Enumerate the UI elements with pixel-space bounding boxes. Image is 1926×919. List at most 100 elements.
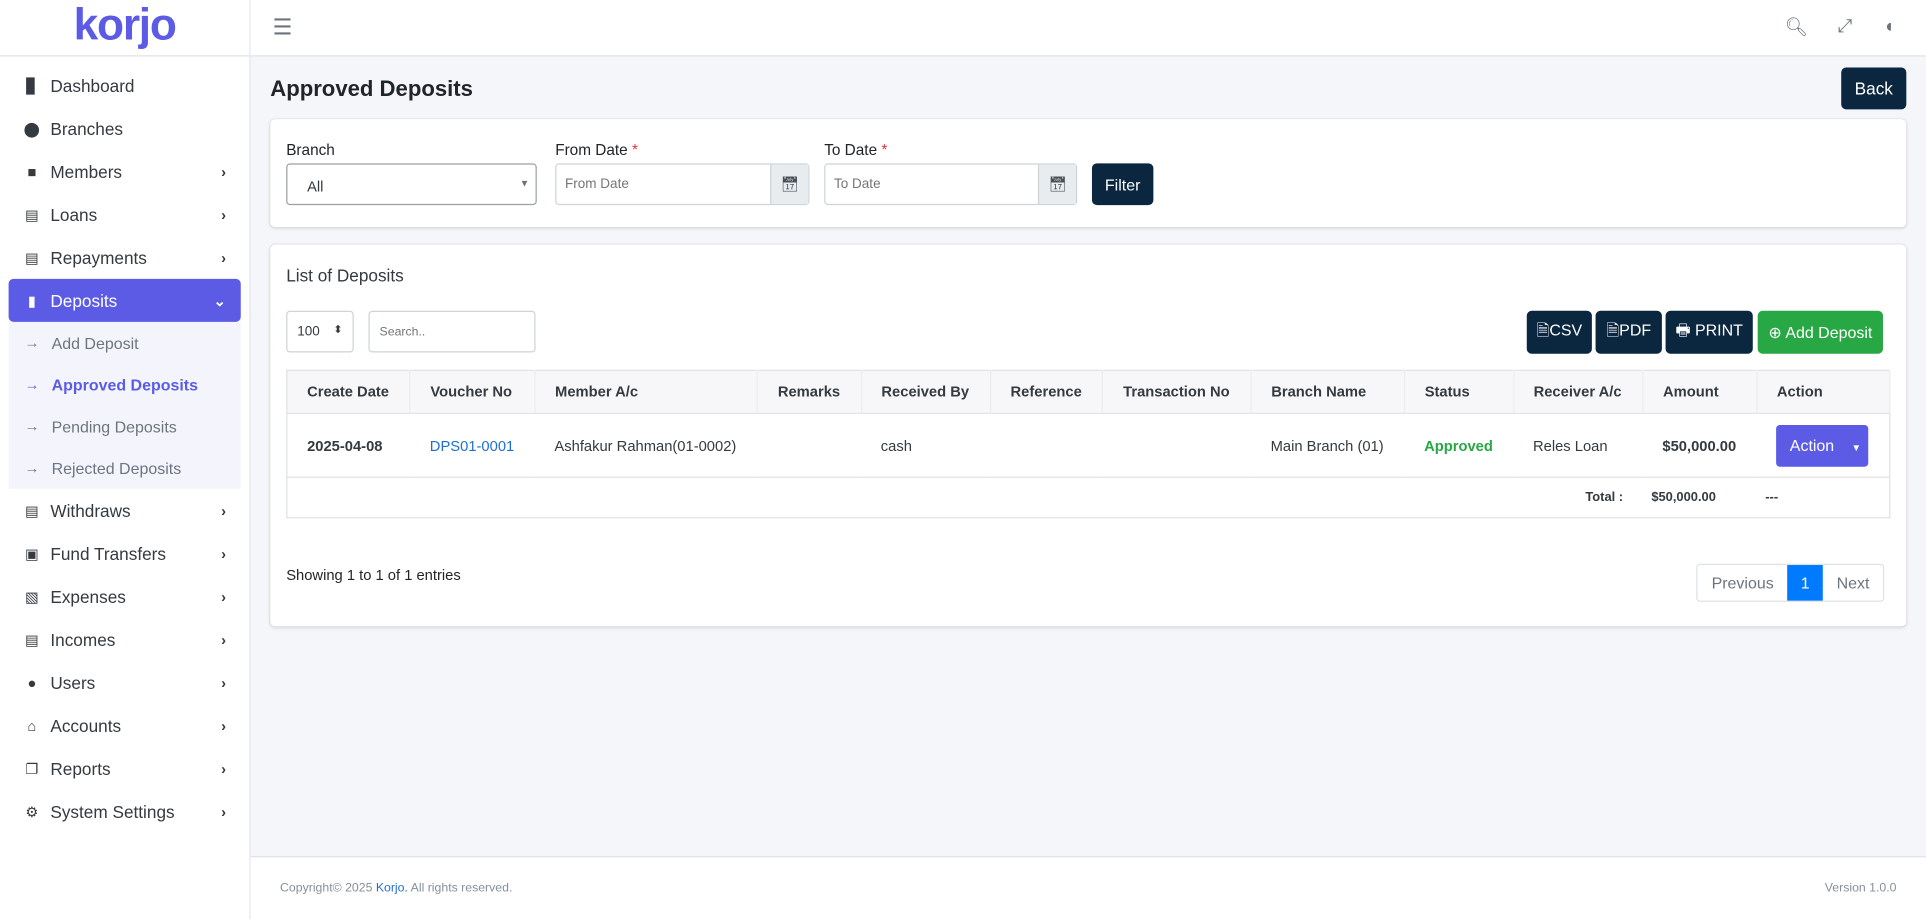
chevron-right-icon: › bbox=[221, 673, 227, 691]
column-header-status[interactable]: Status bbox=[1404, 370, 1514, 414]
column-header-received-by[interactable]: Received By bbox=[861, 370, 991, 414]
sidebar-item-expenses[interactable]: ▧ Expenses › bbox=[9, 575, 241, 618]
total-label: Total : bbox=[1585, 490, 1624, 505]
chevron-right-icon: › bbox=[221, 587, 227, 605]
address-book-icon: ■ bbox=[27, 162, 37, 180]
filter-button[interactable]: Filter bbox=[1091, 163, 1154, 206]
sidebar-item-fund-transfers[interactable]: ▣ Fund Transfers › bbox=[9, 532, 241, 575]
chevron-right-icon: › bbox=[221, 205, 227, 223]
sidebar-item-label: Repayments bbox=[50, 247, 147, 268]
bank-icon: ⌂ bbox=[27, 716, 37, 734]
column-header-create-date[interactable]: Create Date bbox=[286, 370, 411, 414]
sidebar-item-incomes[interactable]: ▤ Incomes › bbox=[9, 618, 241, 661]
deposits-card: List of Deposits 100⬍ 🗎︎CSV 🗎︎PDF 🖶︎ PRI… bbox=[270, 244, 1907, 627]
required-mark: * bbox=[881, 141, 888, 159]
file-alt-icon: ▤ bbox=[24, 248, 39, 266]
required-mark: * bbox=[631, 141, 638, 159]
sidebar-subitem-add-deposit[interactable]: → Add Deposit bbox=[9, 322, 241, 364]
calendar-icon[interactable]: 📅︎ bbox=[1037, 164, 1076, 204]
print-label: PRINT bbox=[1694, 319, 1743, 339]
sidebar-item-system-settings[interactable]: ⚙ System Settings › bbox=[9, 790, 241, 833]
user-menu-icon[interactable]: ◐ bbox=[1885, 16, 1896, 37]
page-length-select[interactable]: 100 ⬍ bbox=[286, 310, 354, 353]
column-header-remarks[interactable]: Remarks bbox=[757, 370, 862, 414]
page-length-value: 100 bbox=[297, 324, 320, 340]
column-header-action[interactable]: Action bbox=[1756, 370, 1891, 414]
branch-select[interactable]: All ▼ bbox=[286, 163, 537, 206]
print-button[interactable]: 🖶︎ PRINT bbox=[1665, 310, 1753, 354]
chevron-right-icon: › bbox=[221, 759, 227, 777]
from-date-label-text: From Date bbox=[555, 141, 628, 159]
search-icon[interactable]: 🔍︎ bbox=[1785, 16, 1808, 38]
suitcase-icon: ▣ bbox=[24, 544, 39, 562]
sidebar-item-reports[interactable]: ❐ Reports › bbox=[9, 747, 241, 790]
add-deposit-label: Add Deposit bbox=[1785, 322, 1873, 341]
action-dropdown-button[interactable]: Action ▼ bbox=[1776, 424, 1869, 467]
pdf-button[interactable]: 🗎︎PDF bbox=[1595, 310, 1662, 354]
sidebar-subitem-rejected-deposits[interactable]: → Rejected Deposits bbox=[9, 447, 241, 489]
from-date-label: From Date * bbox=[555, 141, 638, 158]
sidebar-item-label: Branches bbox=[50, 118, 124, 139]
sidebar-item-deposits[interactable]: ▮ Deposits ⌄ bbox=[8, 278, 241, 322]
map-marker-icon: ⬤ bbox=[23, 119, 41, 137]
csv-label: CSV bbox=[1549, 319, 1583, 339]
korjo-link[interactable]: Korjo. bbox=[376, 882, 408, 896]
sidebar-item-label: Loans bbox=[50, 204, 98, 225]
sidebar-item-dashboard[interactable]: ▊ Dashboard bbox=[9, 64, 241, 107]
sidebar-item-users[interactable]: ● Users › bbox=[9, 661, 241, 704]
sidebar-item-withdraws[interactable]: ▤ Withdraws › bbox=[9, 489, 241, 532]
sidebar-item-loans[interactable]: ▤ Loans › bbox=[9, 193, 241, 236]
from-date-field[interactable]: 📅︎ bbox=[555, 163, 810, 206]
file-pdf-icon: 🗎︎ bbox=[1606, 319, 1620, 339]
chevron-right-icon: › bbox=[221, 544, 227, 562]
branch-label: Branch bbox=[286, 141, 335, 159]
sidebar-item-accounts[interactable]: ⌂ Accounts › bbox=[9, 704, 241, 747]
fullscreen-icon[interactable]: ⤢ bbox=[1838, 16, 1853, 37]
pagination-page-1[interactable]: 1 bbox=[1787, 565, 1824, 601]
column-header-voucher-no[interactable]: Voucher No bbox=[410, 370, 536, 414]
receipt-icon: ▮ bbox=[27, 291, 36, 309]
column-header-transaction-no[interactable]: Transaction No bbox=[1102, 370, 1252, 414]
file-excel-icon: 🗎︎ bbox=[1536, 319, 1550, 339]
back-button[interactable]: Back bbox=[1841, 67, 1907, 110]
voucher-link[interactable]: DPS01-0001 bbox=[410, 413, 535, 478]
column-header-member-a-c[interactable]: Member A/c bbox=[534, 370, 759, 414]
sort-arrows-icon: ⬍ bbox=[333, 323, 343, 336]
sidebar-item-label: Deposits bbox=[50, 290, 118, 311]
cell-branch: Main Branch (01) bbox=[1250, 413, 1405, 478]
chart-bar-icon: ▊ bbox=[26, 76, 38, 94]
chevron-down-icon: ⌄ bbox=[213, 291, 227, 309]
to-date-input[interactable] bbox=[825, 164, 1038, 204]
sidebar-subitem-label: Pending Deposits bbox=[51, 417, 177, 436]
cell-create-date: 2025-04-08 bbox=[286, 413, 411, 478]
menu-toggle-icon[interactable]: ☰ bbox=[273, 15, 293, 41]
copyright-text: Copyright© 2025 bbox=[280, 881, 376, 896]
logo[interactable]: korjo bbox=[0, 0, 250, 57]
csv-button[interactable]: 🗎︎CSV bbox=[1526, 310, 1592, 354]
arrow-right-icon: → bbox=[24, 417, 40, 435]
sidebar: korjo ▊ Dashboard ⬤ Branches ■ Members › ▤ Loans… bbox=[0, 0, 251, 919]
sidebar-item-repayments[interactable]: ▤ Repayments › bbox=[9, 236, 241, 279]
cell-received-by: cash bbox=[861, 413, 991, 478]
column-header-branch-name[interactable]: Branch Name bbox=[1250, 370, 1406, 414]
chevron-right-icon: › bbox=[221, 248, 227, 266]
copyright: Copyright© 2025 Korjo. All rights reserv… bbox=[280, 882, 512, 896]
sidebar-subitem-pending-deposits[interactable]: → Pending Deposits bbox=[9, 405, 241, 447]
column-header-amount[interactable]: Amount bbox=[1642, 370, 1758, 414]
page-title: Approved Deposits bbox=[270, 76, 473, 101]
pagination-next[interactable]: Next bbox=[1823, 565, 1883, 601]
top-navbar: ☰ 🔍︎ ⤢ ◐ bbox=[250, 0, 1926, 57]
chevron-right-icon: › bbox=[221, 802, 227, 820]
from-date-input[interactable] bbox=[556, 164, 771, 204]
pagination-previous[interactable]: Previous bbox=[1698, 565, 1787, 601]
column-header-reference[interactable]: Reference bbox=[990, 370, 1104, 414]
sidebar-item-branches[interactable]: ⬤ Branches bbox=[9, 107, 241, 150]
add-deposit-button[interactable]: ⊕ Add Deposit bbox=[1757, 310, 1883, 354]
to-date-field[interactable]: 📅︎ bbox=[824, 163, 1078, 206]
sidebar-item-members[interactable]: ■ Members › bbox=[9, 150, 241, 193]
calendar-icon[interactable]: 📅︎ bbox=[770, 164, 809, 204]
column-header-receiver-a-c[interactable]: Receiver A/c bbox=[1513, 370, 1644, 414]
sidebar-subitem-approved-deposits[interactable]: → Approved Deposits bbox=[9, 364, 241, 406]
copyright-suffix: All rights reserved. bbox=[407, 881, 513, 896]
search-input[interactable] bbox=[368, 310, 536, 353]
